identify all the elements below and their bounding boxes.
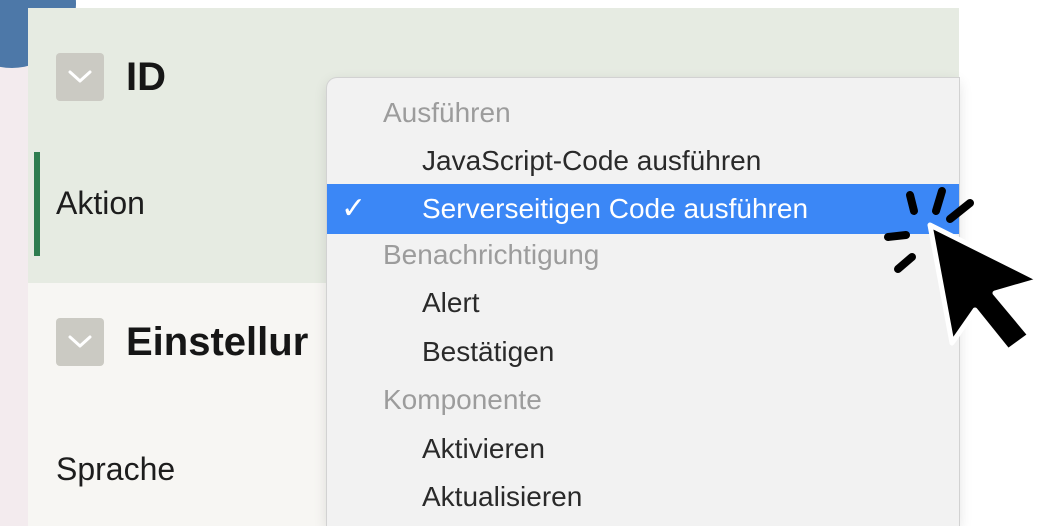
- menu-item-aktualisieren[interactable]: Aktualisieren: [327, 472, 959, 522]
- menu-item-alert[interactable]: Alert: [327, 278, 959, 328]
- field-label-sprache: Sprache: [56, 451, 176, 487]
- left-strip: [0, 0, 28, 526]
- menu-item-bestaetigen[interactable]: Bestätigen: [327, 327, 959, 377]
- field-label-aktion: Aktion: [56, 185, 145, 221]
- menu-item-aktivieren[interactable]: Aktivieren: [327, 424, 959, 474]
- menu-item-label: Aktivieren: [422, 433, 545, 464]
- menu-group-label: Ausführen: [383, 97, 511, 128]
- collapse-toggle-settings[interactable]: [56, 318, 104, 366]
- menu-group-benachrichtigung: Benachrichtigung: [327, 230, 959, 280]
- menu-group-komponente: Komponente: [327, 375, 959, 425]
- menu-group-label: Benachrichtigung: [383, 239, 600, 270]
- menu-item-label: Bestätigen: [422, 336, 555, 367]
- menu-group-label: Komponente: [383, 384, 542, 415]
- menu-item-serverseitigen-code[interactable]: ✓ Serverseitigen Code ausführen: [327, 184, 959, 234]
- menu-item-label: Alert: [422, 287, 480, 318]
- active-field-accent: [34, 152, 40, 256]
- section-header-id[interactable]: ID: [56, 53, 166, 101]
- section-title-settings: Einstellur: [126, 319, 309, 364]
- action-dropdown-menu[interactable]: Ausführen JavaScript-Code ausführen ✓ Se…: [327, 78, 959, 526]
- section-header-settings[interactable]: Einstellur: [56, 318, 308, 366]
- chevron-down-icon: [68, 70, 92, 83]
- checkmark-icon: ✓: [341, 192, 367, 225]
- menu-item-javascript-code[interactable]: JavaScript-Code ausführen: [327, 136, 959, 186]
- menu-item-label: Serverseitigen Code ausführen: [422, 193, 809, 224]
- collapse-toggle-id[interactable]: [56, 53, 104, 101]
- menu-item-label: Aktualisieren: [422, 481, 583, 512]
- pointer-cursor-icon: [884, 187, 1043, 354]
- chevron-down-icon: [68, 335, 92, 348]
- menu-group-ausfuehren: Ausführen: [327, 88, 959, 138]
- section-title-id: ID: [126, 54, 166, 99]
- menu-item-label: JavaScript-Code ausführen: [422, 145, 762, 176]
